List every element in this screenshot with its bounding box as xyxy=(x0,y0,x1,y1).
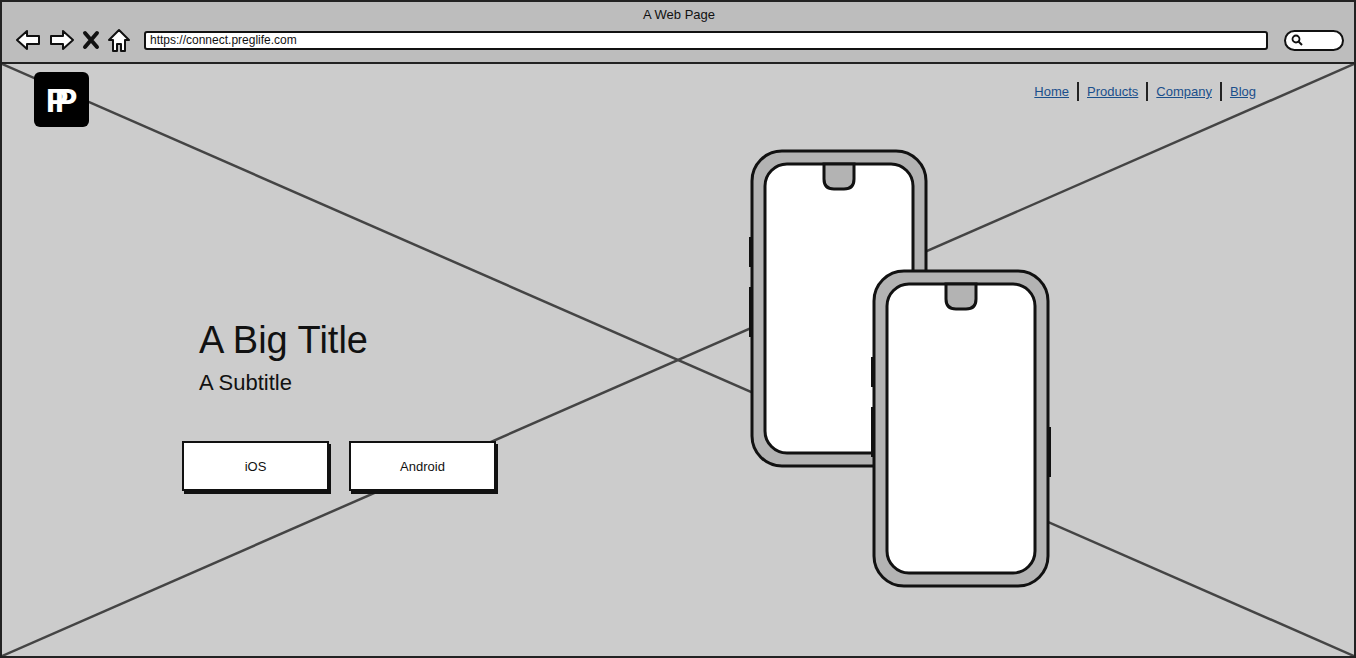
hero: A Big Title A Subtitle iOS Android xyxy=(2,127,1354,491)
browser-chrome: A Web Page https://connect.preglife.com xyxy=(0,0,1356,62)
site-header: PP HomeProductsCompanyBlog xyxy=(2,64,1354,127)
page: PP HomeProductsCompanyBlog A Big Title A Su… xyxy=(0,62,1356,658)
home-icon[interactable] xyxy=(106,27,132,53)
store-button[interactable]: Android xyxy=(349,441,496,491)
hero-title: A Big Title xyxy=(199,317,368,363)
store-button[interactable]: iOS xyxy=(182,441,329,491)
logo[interactable]: PP xyxy=(34,72,89,127)
stop-icon[interactable] xyxy=(82,29,100,51)
browser-window: A Web Page https://connect.preglife.com PP… xyxy=(0,0,1356,658)
phones-illustration xyxy=(748,147,1054,592)
nav-menu: HomeProductsCompanyBlog xyxy=(1026,82,1264,101)
nav-link[interactable]: Home xyxy=(1026,82,1077,101)
nav-link[interactable]: Company xyxy=(1146,82,1220,101)
toolbar: https://connect.preglife.com xyxy=(14,24,1344,56)
back-icon[interactable] xyxy=(14,28,42,52)
nav-link[interactable]: Products xyxy=(1077,82,1146,101)
search-field[interactable] xyxy=(1284,30,1344,51)
window-title: A Web Page xyxy=(14,4,1344,24)
forward-icon[interactable] xyxy=(48,28,76,52)
hero-subtitle: A Subtitle xyxy=(199,369,368,397)
address-field[interactable]: https://connect.preglife.com xyxy=(144,31,1268,50)
phone-front-icon xyxy=(871,271,1051,586)
search-icon xyxy=(1291,34,1303,46)
button-row: iOS Android xyxy=(182,441,496,491)
nav-link[interactable]: Blog xyxy=(1220,82,1264,101)
